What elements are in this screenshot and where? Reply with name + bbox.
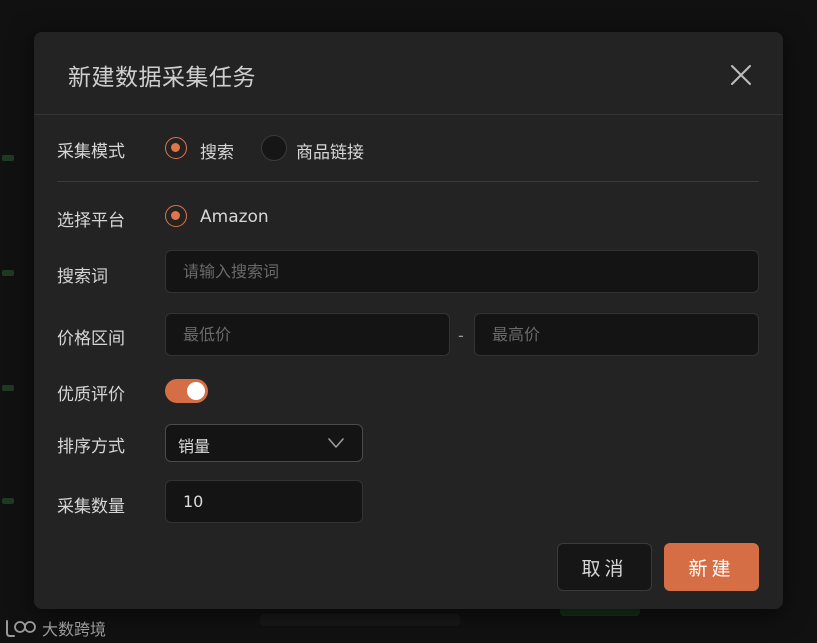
price-label: 价格区间	[57, 329, 125, 349]
sort-select[interactable]: 销量	[165, 424, 363, 462]
dialog-title: 新建数据采集任务	[68, 65, 256, 91]
close-icon	[731, 65, 751, 85]
bg-status-dot	[2, 155, 14, 161]
mode-radio-search-label[interactable]: 搜索	[200, 138, 234, 163]
count-input[interactable]	[165, 480, 363, 523]
mode-radio-search[interactable]	[165, 137, 187, 159]
mode-radio-link[interactable]	[261, 135, 287, 161]
toggle-knob	[187, 382, 205, 400]
close-button[interactable]	[728, 62, 754, 88]
chevron-down-icon	[328, 438, 344, 448]
bg-status-dot	[2, 270, 14, 276]
price-separator: -	[458, 326, 464, 345]
bg-status-dot	[2, 385, 14, 391]
mode-label: 采集模式	[57, 142, 125, 162]
dialog-header: 新建数据采集任务	[34, 32, 783, 115]
min-price-input[interactable]	[165, 313, 450, 356]
keyword-input[interactable]	[165, 250, 759, 293]
watermark: 大数跨境	[4, 616, 106, 640]
create-button[interactable]: 新建	[664, 543, 759, 591]
platform-radio-amazon-label[interactable]: Amazon	[200, 207, 269, 227]
watermark-text: 大数跨境	[42, 620, 107, 639]
platform-label: 选择平台	[57, 211, 125, 231]
platform-radio-amazon[interactable]	[165, 205, 187, 227]
sort-select-value: 销量	[178, 437, 211, 456]
sort-label: 排序方式	[57, 437, 125, 457]
quality-label: 优质评价	[57, 385, 125, 405]
quality-toggle[interactable]	[165, 379, 208, 403]
create-task-dialog: 新建数据采集任务 采集模式 搜索 商品链接 选择平台 Amazon 搜索词 价格…	[34, 32, 783, 609]
keyword-label: 搜索词	[57, 267, 108, 287]
bg-status-dot	[2, 498, 14, 504]
brand-logo-icon	[6, 620, 36, 637]
section-divider	[57, 181, 759, 182]
max-price-input[interactable]	[474, 313, 759, 356]
mode-radio-link-label[interactable]: 商品链接	[296, 138, 364, 163]
count-label: 采集数量	[57, 497, 125, 517]
bg-bar	[260, 614, 460, 626]
cancel-button[interactable]: 取消	[557, 543, 652, 591]
